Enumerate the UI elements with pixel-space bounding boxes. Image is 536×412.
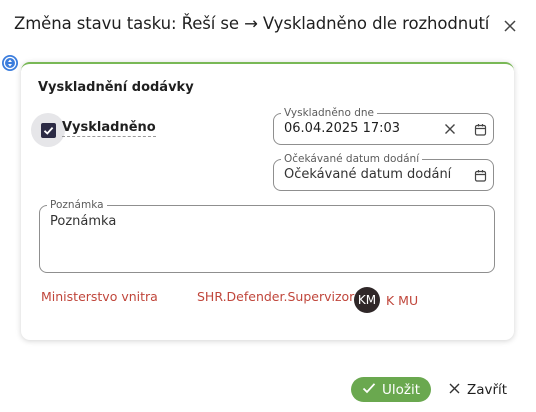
clear-icon[interactable]	[442, 121, 458, 137]
shipped-date-value[interactable]: 06.04.2025 17:03	[284, 121, 400, 136]
expected-date-field[interactable]: Očekávané datum dodání Očekávané datum d…	[273, 152, 494, 191]
note-legend: Poznámka	[47, 198, 107, 212]
save-button-label: Uložit	[381, 381, 421, 398]
checkbox-checked-icon	[40, 122, 56, 138]
close-button[interactable]: Zavřít	[449, 379, 507, 401]
shipped-date-legend: Vyskladněno dne	[281, 106, 377, 120]
close-icon[interactable]	[500, 16, 520, 36]
role-link[interactable]: SHR.Defender.Supervizor	[197, 289, 354, 304]
close-icon	[449, 382, 460, 398]
expected-date-legend: Očekávané datum dodání	[281, 152, 423, 166]
organization-link[interactable]: Ministerstvo vnitra	[41, 289, 158, 304]
close-button-label: Zavřít	[467, 382, 508, 398]
note-placeholder[interactable]: Poznámka	[50, 214, 116, 229]
shipped-date-field[interactable]: Vyskladněno dne 06.04.2025 17:03	[273, 106, 494, 145]
move-handle-icon[interactable]	[1, 54, 19, 72]
save-button[interactable]: Uložit	[351, 377, 431, 402]
avatar: KM	[354, 287, 380, 313]
dialog-title: Změna stavu tasku: Řeší se → Vyskladněno…	[14, 14, 490, 33]
shipped-checkbox-label[interactable]: Vyskladněno	[62, 120, 156, 137]
note-textarea[interactable]: Poznámka Poznámka	[39, 198, 495, 273]
user-link[interactable]: K MU	[386, 293, 418, 308]
calendar-icon[interactable]	[472, 121, 488, 137]
expected-date-input[interactable]: Očekávané datum dodání	[284, 167, 451, 182]
calendar-icon[interactable]	[472, 167, 488, 183]
check-icon	[362, 382, 376, 398]
shipped-checkbox[interactable]	[31, 113, 65, 147]
shipment-card: Vyskladnění dodávky Vyskladněno Vyskladn…	[21, 62, 514, 340]
section-title: Vyskladnění dodávky	[38, 80, 194, 95]
